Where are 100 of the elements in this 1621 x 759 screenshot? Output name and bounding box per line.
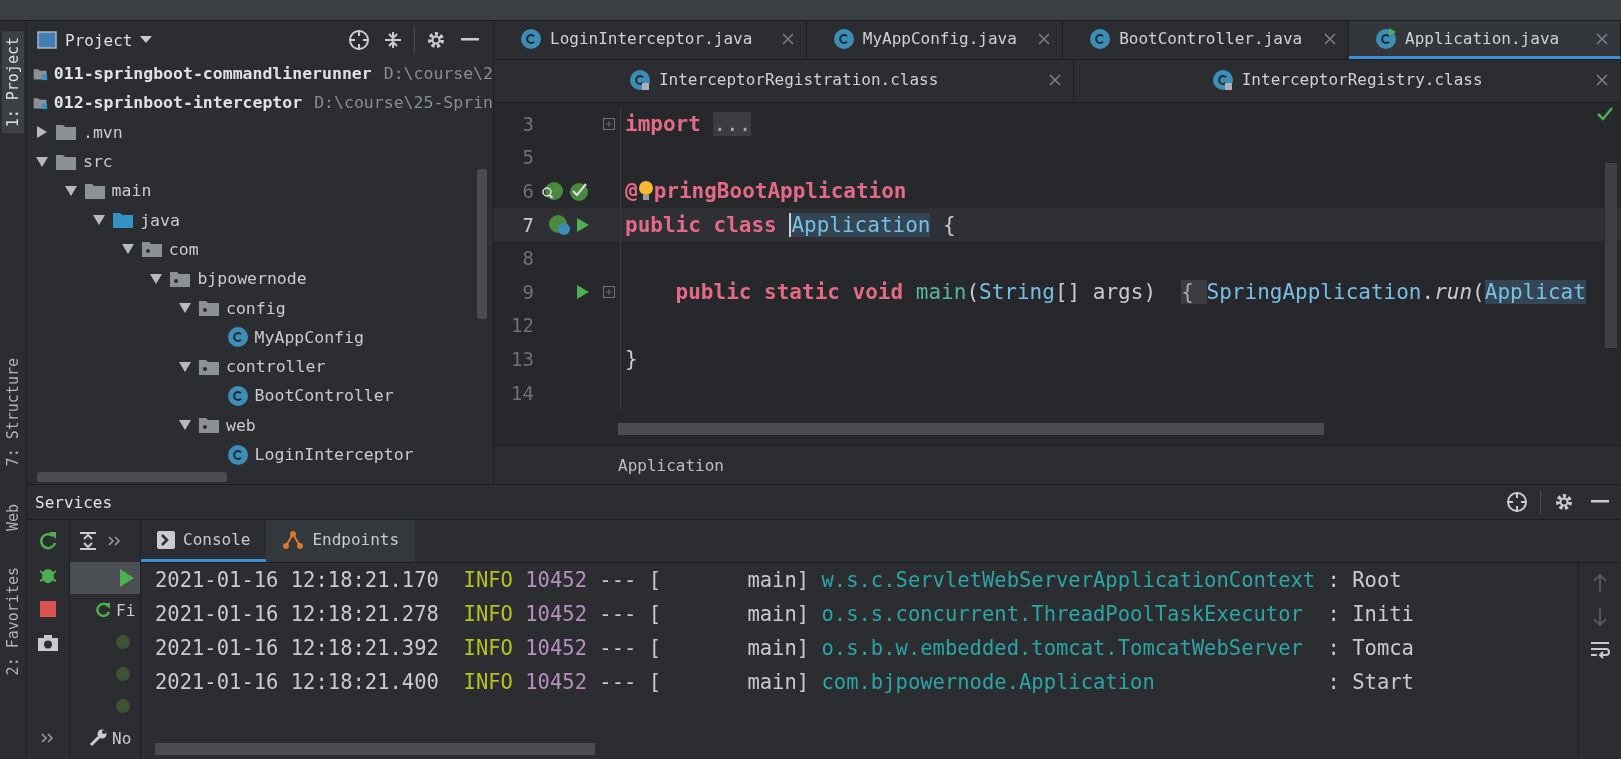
- run-icon[interactable]: [120, 569, 134, 587]
- locked-class-icon: [628, 68, 651, 91]
- log-level: INFO: [463, 602, 513, 626]
- tree-item[interactable]: LoginInterceptor: [27, 439, 493, 470]
- tree-item[interactable]: config: [27, 293, 493, 323]
- tree-item[interactable]: java: [27, 205, 493, 235]
- service-item[interactable]: No: [70, 722, 140, 754]
- console-tab[interactable]: Endpoints: [266, 520, 416, 562]
- more-icon[interactable]: [108, 536, 122, 546]
- locate-icon[interactable]: [1506, 491, 1528, 513]
- editor-tab[interactable]: Application.java: [1349, 21, 1621, 59]
- scrollbar-thumb[interactable]: [618, 423, 1324, 435]
- soft-wrap-icon[interactable]: [1590, 641, 1610, 659]
- tool-window-tab[interactable]: 2: Favorites: [2, 561, 24, 682]
- fold-icon[interactable]: [603, 285, 615, 298]
- line-number: 9: [521, 280, 534, 303]
- scrollbar-thumb[interactable]: [37, 472, 227, 482]
- tree-item[interactable]: MyAppConfig: [27, 322, 493, 352]
- lightbulb-icon[interactable]: [637, 180, 654, 202]
- expanded-arrow-icon[interactable]: [64, 184, 77, 197]
- close-icon[interactable]: [1038, 32, 1051, 45]
- expanded-arrow-icon[interactable]: [179, 419, 191, 432]
- settings-icon[interactable]: [426, 30, 446, 50]
- expand-collapse-icon[interactable]: [78, 531, 98, 551]
- line-number: 12: [510, 314, 534, 337]
- runnable-class-icon: [1375, 27, 1397, 50]
- expanded-arrow-icon[interactable]: [150, 272, 163, 285]
- rerun-icon[interactable]: [94, 601, 112, 619]
- expanded-arrow-icon[interactable]: [179, 360, 191, 373]
- line-number: 7: [521, 213, 534, 236]
- breadcrumb[interactable]: Application: [618, 455, 724, 475]
- collapsed-arrow-icon[interactable]: [36, 126, 48, 139]
- log-message: : Initi: [1327, 602, 1414, 626]
- tool-window-tab[interactable]: 1: Project: [2, 31, 24, 134]
- close-icon[interactable]: [1596, 32, 1608, 45]
- scrollbar-thumb[interactable]: [1605, 163, 1617, 348]
- spring-bean-icon[interactable]: [548, 213, 572, 236]
- settings-icon[interactable]: [1554, 492, 1574, 512]
- scrollbar-thumb[interactable]: [477, 169, 487, 319]
- minimize-icon[interactable]: [461, 38, 479, 42]
- close-icon[interactable]: [1049, 73, 1062, 86]
- log-time: 2021-01-16 12:18:21.278: [155, 602, 439, 626]
- tree-item[interactable]: com: [27, 234, 493, 265]
- editor-tab[interactable]: MyAppConfig.java: [806, 21, 1064, 59]
- dropdown-caret-icon[interactable]: [140, 36, 153, 44]
- service-item[interactable]: [70, 562, 140, 594]
- log-logger: w.s.c.ServletWebServerApplicationContext: [821, 568, 1317, 592]
- close-icon[interactable]: [1596, 73, 1608, 86]
- code-line: public class Application {: [625, 212, 956, 237]
- close-icon[interactable]: [1324, 32, 1336, 45]
- spring-check-icon[interactable]: [568, 180, 590, 202]
- tree-item[interactable]: main: [27, 176, 493, 206]
- expanded-arrow-icon[interactable]: [93, 214, 106, 227]
- editor-tab[interactable]: InterceptorRegistry.class: [1074, 60, 1621, 102]
- folder-icon: [112, 211, 135, 230]
- class-icon: [226, 326, 249, 349]
- expanded-arrow-icon[interactable]: [36, 155, 48, 168]
- minimize-icon[interactable]: [1591, 500, 1609, 504]
- tree-item[interactable]: src: [27, 146, 493, 177]
- more-icon[interactable]: [41, 733, 55, 743]
- editor-tab[interactable]: LoginInterceptor.java: [494, 21, 807, 59]
- service-item[interactable]: Fi: [70, 594, 140, 626]
- tree-item[interactable]: bjpowernode: [27, 264, 493, 294]
- rerun-icon[interactable]: [38, 531, 58, 551]
- tree-item[interactable]: .mvn: [27, 117, 493, 147]
- editor-tab[interactable]: BootController.java: [1063, 21, 1349, 59]
- class-icon: [832, 27, 855, 50]
- wrench-icon: [88, 728, 108, 748]
- scrollbar-thumb[interactable]: [155, 743, 595, 755]
- tree-item[interactable]: BootController: [27, 381, 493, 411]
- tree-item[interactable]: 012-sprinboot-interceptor D:\course\25-Sprin: [27, 88, 493, 118]
- line-number: 6: [521, 180, 534, 202]
- tree-item[interactable]: web: [27, 410, 493, 440]
- run-icon[interactable]: [576, 283, 590, 300]
- collapse-all-icon[interactable]: [383, 30, 403, 50]
- expanded-arrow-icon[interactable]: [179, 302, 191, 314]
- camera-icon[interactable]: [37, 634, 59, 652]
- path-text: D:\course\2: [383, 64, 493, 84]
- log-thread: main]: [746, 602, 810, 626]
- run-icon[interactable]: [576, 216, 590, 233]
- log-thread: main]: [746, 636, 810, 660]
- editor-tab[interactable]: InterceptorRegistration.class: [494, 60, 1075, 102]
- panel-title[interactable]: Project: [65, 30, 133, 50]
- path-text: D:\course\25-Sprin: [314, 93, 493, 113]
- tree-item[interactable]: controller: [27, 351, 493, 382]
- tool-window-tab[interactable]: 7: Structure: [2, 351, 24, 472]
- locate-icon[interactable]: [348, 29, 370, 51]
- package-icon: [198, 357, 220, 376]
- log-pid: 10452: [525, 670, 587, 694]
- folder-icon: [83, 181, 106, 200]
- close-icon[interactable]: [781, 32, 794, 45]
- expanded-arrow-icon[interactable]: [121, 243, 134, 256]
- tool-window-tab[interactable]: Web: [2, 498, 24, 538]
- spring-search-icon[interactable]: [540, 180, 564, 202]
- log-logger: com.bjpowernode.Application: [821, 670, 1156, 694]
- line-number: 13: [510, 347, 534, 370]
- tree-item[interactable]: 011-springboot-commandlinerunner D:\course\2: [27, 59, 493, 89]
- fold-icon[interactable]: [603, 117, 615, 130]
- log-message: : Start: [1327, 670, 1414, 694]
- log-time: 2021-01-16 12:18:21.400: [155, 670, 439, 694]
